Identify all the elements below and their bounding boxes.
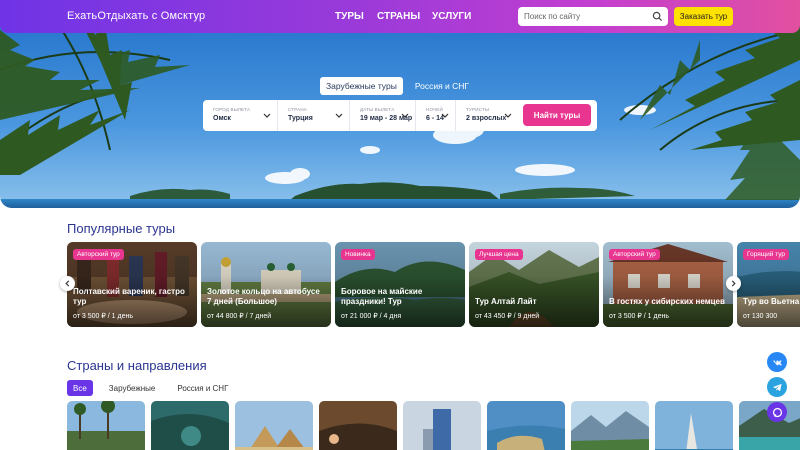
tab-russia-cis[interactable]: Россия и СНГ bbox=[409, 77, 475, 95]
tour-badge: Авторский тур bbox=[609, 249, 660, 260]
vk-icon bbox=[772, 360, 782, 365]
tour-card[interactable]: Авторский тур В гостях у сибирских немце… bbox=[603, 242, 733, 327]
order-tour-button[interactable]: Заказать тур bbox=[674, 7, 733, 26]
carousel-next-button[interactable] bbox=[726, 276, 741, 291]
tab-foreign-tours[interactable]: Зарубежные туры bbox=[320, 77, 403, 95]
tour-price: от 43 450 ₽ / 9 дней bbox=[475, 313, 540, 320]
dates-select[interactable]: Даты вылета 19 мар - 28 мар bbox=[350, 100, 416, 131]
tour-price: от 44 800 ₽ / 7 дней bbox=[207, 313, 272, 320]
countries-title: Страны и направления bbox=[67, 358, 207, 373]
tour-type-tabs: Зарубежные туры Россия и СНГ bbox=[320, 77, 475, 95]
chevron-down-icon bbox=[504, 113, 512, 118]
nav-countries[interactable]: СТРАНЫ bbox=[377, 11, 420, 22]
chevron-down-icon bbox=[441, 113, 449, 118]
tourists-select[interactable]: Туристы 2 взрослых bbox=[456, 100, 518, 131]
vk-button[interactable] bbox=[767, 352, 787, 372]
chat-icon bbox=[772, 407, 782, 417]
search-input[interactable] bbox=[524, 10, 644, 23]
site-search bbox=[518, 7, 668, 26]
find-tours-button[interactable]: Найти туры bbox=[523, 104, 591, 126]
tour-price: от 3 500 ₽ / 1 день bbox=[73, 313, 133, 320]
destination-card[interactable] bbox=[403, 401, 481, 450]
nights-select[interactable]: Ночей 6 - 14 bbox=[416, 100, 456, 131]
tour-price: от 130 300 bbox=[743, 313, 778, 320]
chevron-down-icon bbox=[335, 113, 343, 118]
page: Зарубежные туры Россия и СНГ Город вылет… bbox=[0, 0, 800, 450]
filter-russia-cis[interactable]: Россия и СНГ bbox=[171, 380, 234, 396]
country-select[interactable]: Страна Турция bbox=[278, 100, 350, 131]
departure-city-select[interactable]: Город вылета Омск bbox=[203, 100, 278, 131]
tour-card[interactable]: Золотое кольцо на автобусе 7 дней (Больш… bbox=[201, 242, 331, 327]
tour-card[interactable]: Новинка Боровое на майские праздники! Ту… bbox=[335, 242, 465, 327]
tour-card[interactable]: Авторский тур Полтавский вареник, гастро… bbox=[67, 242, 197, 327]
chevron-down-icon bbox=[263, 113, 271, 118]
tour-badge: Горящий тур bbox=[743, 249, 790, 260]
destinations-grid bbox=[67, 401, 800, 450]
destination-card[interactable] bbox=[151, 401, 229, 450]
country-filters: Все Зарубежные Россия и СНГ bbox=[67, 380, 234, 396]
carousel-prev-button[interactable] bbox=[60, 276, 75, 291]
filter-all[interactable]: Все bbox=[67, 380, 93, 396]
destination-card[interactable] bbox=[319, 401, 397, 450]
tour-name: Боровое на майские праздники! Тур bbox=[341, 287, 423, 306]
tour-name: Тур Алтай Лайт bbox=[475, 297, 537, 306]
tour-badge: Авторский тур bbox=[73, 249, 124, 260]
destination-card[interactable] bbox=[235, 401, 313, 450]
tour-name: Полтавский вареник, гастро тур bbox=[73, 287, 185, 306]
tour-price: от 3 500 ₽ / 1 день bbox=[609, 313, 669, 320]
telegram-icon bbox=[772, 383, 782, 391]
chevron-down-icon bbox=[401, 113, 409, 118]
destination-card[interactable] bbox=[67, 401, 145, 450]
tour-badge: Лучшая цена bbox=[475, 249, 523, 260]
popular-tours-carousel: Авторский тур Полтавский вареник, гастро… bbox=[67, 242, 800, 327]
destination-card[interactable] bbox=[487, 401, 565, 450]
tour-price: от 21 000 ₽ / 4 дня bbox=[341, 313, 402, 320]
filter-foreign[interactable]: Зарубежные bbox=[103, 380, 162, 396]
tour-card[interactable]: Лучшая цена Тур Алтай Лайт от 43 450 ₽ /… bbox=[469, 242, 599, 327]
telegram-button[interactable] bbox=[767, 377, 787, 397]
tour-badge: Новинка bbox=[341, 249, 375, 260]
nav-services[interactable]: УСЛУГИ bbox=[432, 11, 471, 22]
site-header: ЕхатьОтдыхать с Омсктур ТУРЫ СТРАНЫ УСЛУ… bbox=[0, 0, 800, 33]
destination-card[interactable] bbox=[655, 401, 733, 450]
tour-name: Золотое кольцо на автобусе 7 дней (Больш… bbox=[207, 287, 320, 306]
tour-name: Тур во Вьетна 5* bbox=[743, 297, 800, 306]
chat-button[interactable] bbox=[767, 402, 787, 422]
popular-tours-title: Популярные туры bbox=[67, 221, 176, 236]
tour-card[interactable]: Горящий тур Тур во Вьетна 5* от 130 300 bbox=[737, 242, 800, 327]
search-icon[interactable] bbox=[652, 11, 663, 22]
site-logo[interactable]: ЕхатьОтдыхать с Омсктур bbox=[67, 10, 205, 22]
nav-tours[interactable]: ТУРЫ bbox=[335, 11, 364, 22]
tour-name: В гостях у сибирских немцев bbox=[609, 297, 725, 306]
chevron-right-icon bbox=[731, 280, 736, 287]
tour-search-form: Город вылета Омск Страна Турция Даты выл… bbox=[203, 100, 597, 131]
destination-card[interactable] bbox=[571, 401, 649, 450]
chevron-left-icon bbox=[65, 280, 70, 287]
